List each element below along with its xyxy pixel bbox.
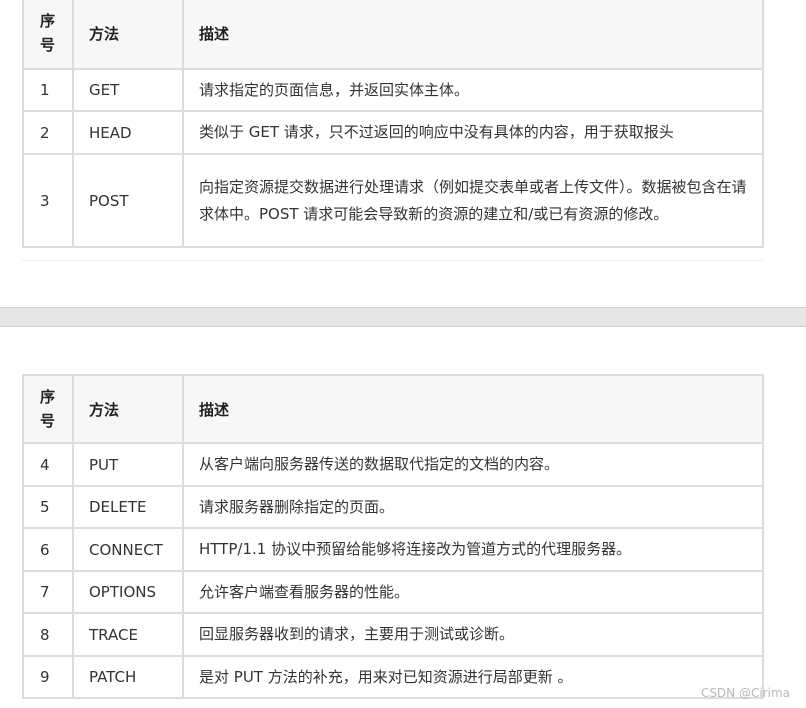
page-break-band	[0, 307, 806, 327]
row-description: 类似于 GET 请求，只不过返回的响应中没有具体的内容，用于获取报头	[182, 110, 764, 155]
row-description: 请求服务器删除指定的页面。	[182, 485, 764, 529]
row-description: 向指定资源提交数据进行处理请求（例如提交表单或者上传文件）。数据被包含在请求体中…	[182, 153, 764, 248]
header-method: 方法	[72, 374, 184, 444]
row-method: DELETE	[72, 485, 184, 529]
table-row: 6 CONNECT HTTP/1.1 协议中预留给能够将连接改为管道方式的代理服…	[22, 527, 764, 572]
row-method: GET	[72, 68, 184, 112]
http-methods-table-1: 序号 方法 描述 1 GET 请求指定的页面信息，并返回实体主体。 2 HEAD…	[22, 0, 764, 248]
table-header-row: 序号 方法 描述	[22, 374, 764, 444]
watermark: CSDN @Cirima	[700, 686, 790, 700]
row-method: POST	[72, 153, 184, 248]
row-method: PATCH	[72, 655, 184, 699]
table-row: 1 GET 请求指定的页面信息，并返回实体主体。	[22, 68, 764, 112]
row-number: 6	[22, 527, 74, 572]
header-method: 方法	[72, 0, 184, 70]
row-number: 9	[22, 655, 74, 699]
row-description: 是对 PUT 方法的补充，用来对已知资源进行局部更新 。	[182, 655, 764, 699]
table-header-row: 序号 方法 描述	[22, 0, 764, 70]
table-row: 8 TRACE 回显服务器收到的请求，主要用于测试或诊断。	[22, 612, 764, 657]
row-number: 4	[22, 442, 74, 487]
row-number: 5	[22, 485, 74, 529]
table-row: 7 OPTIONS 允许客户端查看服务器的性能。	[22, 570, 764, 614]
header-number: 序号	[22, 374, 74, 444]
header-description: 描述	[182, 374, 764, 444]
table-row: 4 PUT 从客户端向服务器传送的数据取代指定的文档的内容。	[22, 442, 764, 487]
row-number: 1	[22, 68, 74, 112]
row-number: 8	[22, 612, 74, 657]
divider-line	[22, 260, 763, 261]
row-method: TRACE	[72, 612, 184, 657]
table-row: 9 PATCH 是对 PUT 方法的补充，用来对已知资源进行局部更新 。	[22, 655, 764, 699]
table-row: 3 POST 向指定资源提交数据进行处理请求（例如提交表单或者上传文件）。数据被…	[22, 153, 764, 248]
row-description: 请求指定的页面信息，并返回实体主体。	[182, 68, 764, 112]
row-method: CONNECT	[72, 527, 184, 572]
table-row: 5 DELETE 请求服务器删除指定的页面。	[22, 485, 764, 529]
row-description: 允许客户端查看服务器的性能。	[182, 570, 764, 614]
header-description: 描述	[182, 0, 764, 70]
row-number: 2	[22, 110, 74, 155]
table-row: 2 HEAD 类似于 GET 请求，只不过返回的响应中没有具体的内容，用于获取报…	[22, 110, 764, 155]
row-number: 7	[22, 570, 74, 614]
http-methods-table-2: 序号 方法 描述 4 PUT 从客户端向服务器传送的数据取代指定的文档的内容。 …	[22, 374, 764, 699]
row-method: PUT	[72, 442, 184, 487]
row-method: HEAD	[72, 110, 184, 155]
row-number: 3	[22, 153, 74, 248]
row-description: 从客户端向服务器传送的数据取代指定的文档的内容。	[182, 442, 764, 487]
row-method: OPTIONS	[72, 570, 184, 614]
row-description: HTTP/1.1 协议中预留给能够将连接改为管道方式的代理服务器。	[182, 527, 764, 572]
row-description: 回显服务器收到的请求，主要用于测试或诊断。	[182, 612, 764, 657]
header-number: 序号	[22, 0, 74, 70]
